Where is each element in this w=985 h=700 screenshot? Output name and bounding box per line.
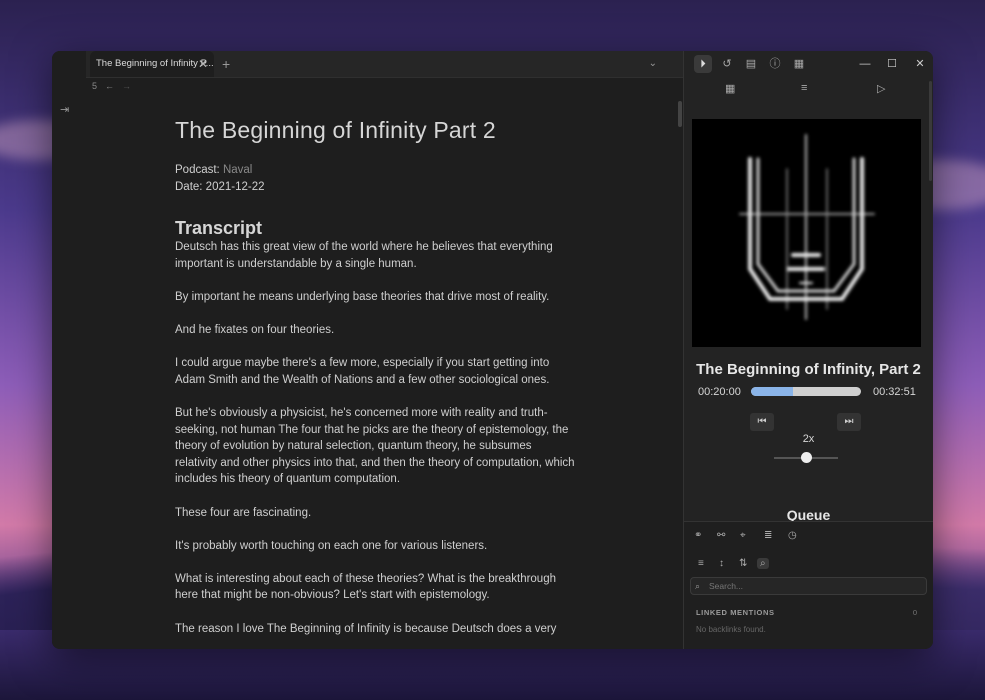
calendar-icon[interactable]: ▦ [790,55,808,73]
maximize-icon[interactable]: ☐ [885,55,899,73]
app-window: ⇥ The Beginning of Infinity P... ✕ + ⌄ 5… [52,51,933,649]
skip-forward-button[interactable]: ⏭ [837,413,861,431]
total-time: 00:32:51 [873,386,916,398]
tab-active-note[interactable]: The Beginning of Infinity P... ✕ [90,51,214,77]
paragraph: But he's obviously a physicist, he's con… [175,406,575,486]
transcript-body: Deutsch has this great view of the world… [175,239,575,637]
podcast-player-icon[interactable]: ⏵ [694,55,712,73]
tags-icon[interactable]: ⌖ [740,530,746,541]
progress-fill [751,387,793,396]
new-tab-icon[interactable]: + [222,51,230,77]
tab-bar: The Beginning of Infinity P... ✕ + ⌄ [86,51,683,78]
paragraph: The reason I love The Beginning of Infin… [175,622,557,635]
sort-icon[interactable]: ⇅ [739,558,747,569]
podcast-label: Podcast: [175,164,223,176]
backlinks-search-input[interactable]: ⌕ Search... [690,577,927,595]
close-tab-icon[interactable]: ✕ [198,51,208,77]
tab-list-chevron-icon[interactable]: ⌄ [649,51,657,77]
search-placeholder: Search... [709,581,744,591]
left-ribbon: ⇥ [52,51,86,649]
skip-back-icon: ⏮ [757,416,767,427]
date-line: Date: 2021-12-22 [175,181,265,193]
tab-title: The Beginning of Infinity P... [96,58,214,69]
linked-mentions-label[interactable]: LINKED MENTIONS [696,608,775,617]
search-toggle-icon[interactable]: ⌕ [757,558,769,569]
paragraph: Deutsch has this great view of the world… [175,241,553,270]
outline-icon[interactable]: ≣ [764,530,772,541]
no-backlinks-text: No backlinks found. [696,625,766,634]
note-metadata: Podcast: Naval Date: 2021-12-22 [175,162,575,196]
play-view-icon[interactable]: ▷ [877,82,885,95]
backlinks-icon[interactable]: ⚭ [694,530,702,541]
editor-pane: ⇥ The Beginning of Infinity P... ✕ + ⌄ 5… [52,51,683,649]
cover-art-illustration [739,134,875,320]
paragraph: These four are fascinating. [175,506,312,519]
note-content: The Beginning of Infinity Part 2 Podcast… [175,117,575,649]
episode-list-icon[interactable]: ≡ [801,82,807,94]
archive-icon[interactable]: ▤ [742,55,760,73]
playback-progress-bar[interactable] [751,387,861,396]
paragraph: By important he means underlying base th… [175,290,550,303]
back-arrow-icon[interactable]: ← [105,81,114,91]
navigation-row: 5 ← → [92,81,139,91]
history-count: 5 [92,81,98,91]
right-sidebar: ⏵ ↺ ▤ ⓘ ▦ — ☐ ✕ ▦ ≡ ▷ The Beginning of I… [684,51,933,649]
grid-view-icon[interactable]: ▦ [725,82,735,95]
section-heading: Transcript [175,218,263,238]
show-more-context-icon[interactable]: ↕ [719,558,724,569]
minimize-icon[interactable]: — [858,55,872,73]
skip-back-button[interactable]: ⏮ [750,413,774,431]
speed-slider-knob[interactable] [800,452,812,463]
paragraph: I could argue maybe there's a few more, … [175,357,550,386]
sidebar-scrollbar[interactable] [929,81,932,181]
linked-mentions-count: 0 [912,608,917,617]
paragraph: And he fixates on four theories. [175,323,335,336]
current-time: 00:20:00 [698,386,741,398]
forward-arrow-icon[interactable]: → [122,81,131,91]
podcast-link[interactable]: Naval [223,164,252,176]
search-icon: ⌕ [695,581,701,591]
close-window-icon[interactable]: ✕ [913,55,927,73]
backlinks-panel: ⚭ ⚯ ⌖ ≣ ◷ ≡ ↕ ⇅ ⌕ ⌕ Search... LINKED MEN… [684,521,933,649]
skip-forward-icon: ⏭ [844,416,854,427]
history-icon[interactable]: ↺ [718,55,736,73]
clock-icon[interactable]: ◷ [788,530,797,541]
collapse-results-icon[interactable]: ≡ [698,558,704,569]
editor-scrollbar[interactable] [678,101,682,127]
page-title: The Beginning of Infinity Part 2 [175,117,496,143]
paragraph: What is interesting about each of these … [175,572,556,602]
podcast-cover-art [692,119,921,347]
info-icon[interactable]: ⓘ [766,55,784,73]
episode-title: The Beginning of Infinity, Part 2 [696,361,921,378]
expand-sidebar-icon[interactable]: ⇥ [60,103,69,116]
playback-speed-label: 2x [802,433,815,445]
outgoing-links-icon[interactable]: ⚯ [717,530,725,541]
paragraph: It's probably worth touching on each one… [175,539,488,552]
